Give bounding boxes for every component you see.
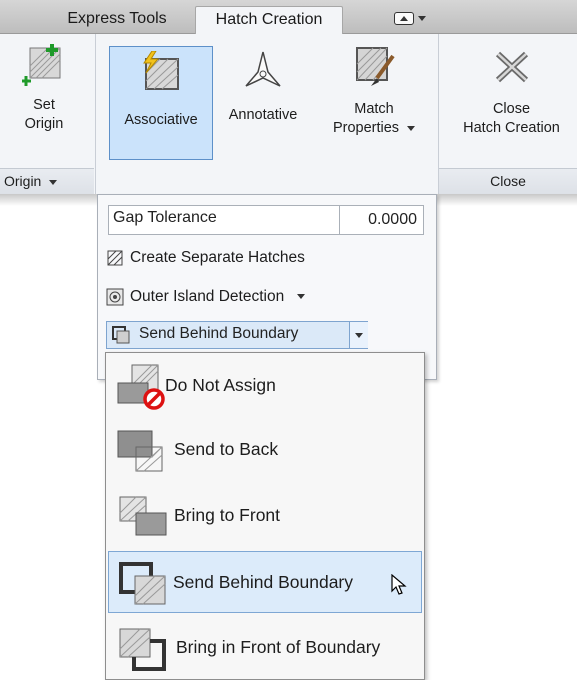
create-separate-label: Create Separate Hatches: [130, 249, 305, 266]
tab-hatch-creation[interactable]: Hatch Creation: [195, 6, 343, 34]
menu-label: Bring to Front: [174, 505, 281, 525]
gap-tolerance-value[interactable]: 0.0000: [339, 206, 425, 234]
associative-label: Associative: [124, 112, 198, 128]
draw-order-dropdown[interactable]: Send Behind Boundary: [106, 321, 368, 349]
send-behind-boundary-icon: [119, 562, 166, 605]
gap-tolerance-field[interactable]: Gap Tolerance 0.0000: [108, 205, 424, 235]
match-properties-button[interactable]: Match Properties: [318, 42, 430, 138]
chevron-down-icon: [296, 294, 305, 300]
panel-divider: [95, 34, 96, 194]
match-line2: Properties: [318, 119, 430, 138]
minimize-ribbon-button[interactable]: [380, 6, 440, 34]
match-line1: Match: [354, 101, 394, 117]
ribbon-tab-bar: Express Tools Hatch Creation: [0, 0, 577, 34]
outer-island-detection-button[interactable]: Outer Island Detection: [106, 286, 305, 308]
tab-express-tools[interactable]: Express Tools: [48, 6, 186, 34]
close-panel-label: Close: [439, 168, 577, 194]
draw-order-dropdown-arrow[interactable]: [349, 322, 368, 348]
close-panel-title: Close: [490, 173, 526, 189]
island-detection-icon: [106, 288, 124, 306]
gap-tolerance-label: Gap Tolerance: [113, 209, 217, 226]
set-origin-line2: Origin: [24, 116, 64, 132]
outer-island-label: Outer Island Detection: [130, 288, 285, 305]
close-line1: Close: [492, 101, 531, 117]
create-separate-hatches-button[interactable]: Create Separate Hatches: [106, 247, 305, 269]
send-behind-boundary-icon: [112, 326, 130, 344]
bring-to-front-icon: [119, 496, 167, 536]
annotative-icon: [245, 51, 281, 87]
menu-item-bring-in-front-of-boundary[interactable]: Bring in Front of Boundary: [108, 617, 422, 679]
chevron-down-icon: [407, 125, 416, 131]
mouse-cursor-icon: [391, 574, 407, 595]
close-hatch-creation-button[interactable]: Close Hatch Creation: [446, 48, 577, 138]
close-line2: Hatch Creation: [463, 120, 560, 136]
send-to-back-icon: [117, 430, 163, 472]
associative-icon: [143, 51, 179, 90]
origin-panel-label[interactable]: Origin: [0, 168, 94, 194]
associative-button[interactable]: Associative: [109, 46, 213, 160]
menu-label: Send Behind Boundary: [173, 572, 353, 592]
menu-item-bring-to-front[interactable]: Bring to Front: [108, 485, 422, 547]
menu-label: Do Not Assign: [165, 375, 276, 395]
set-origin-line1: Set: [33, 97, 55, 113]
origin-panel-title: Origin: [4, 173, 42, 189]
menu-item-send-to-back[interactable]: Send to Back: [108, 419, 422, 481]
ribbon: Set Origin Origin Associative Annotative…: [0, 34, 577, 194]
menu-item-send-behind-boundary[interactable]: Send Behind Boundary: [108, 551, 422, 613]
draw-order-menu: Do Not Assign Send to Back Bring to Fron…: [105, 352, 425, 680]
annotative-label: Annotative: [228, 107, 298, 123]
bring-in-front-of-boundary-icon: [119, 628, 166, 671]
chevron-down-icon: [418, 16, 426, 22]
set-origin-button[interactable]: Set Origin: [6, 42, 82, 134]
separate-hatches-icon: [107, 250, 123, 266]
menu-label: Bring in Front of Boundary: [176, 637, 381, 657]
match-line2-text: Properties: [332, 120, 400, 136]
menu-label: Send to Back: [174, 439, 279, 459]
annotative-button[interactable]: Annotative: [212, 48, 314, 125]
close-icon: [495, 51, 528, 83]
minimize-icon: [394, 12, 414, 26]
set-origin-icon: [22, 44, 61, 86]
draw-order-label: Send Behind Boundary: [139, 325, 299, 342]
menu-item-do-not-assign[interactable]: Do Not Assign: [108, 355, 422, 417]
chevron-down-icon: [49, 179, 58, 185]
match-properties-icon: [356, 47, 395, 86]
